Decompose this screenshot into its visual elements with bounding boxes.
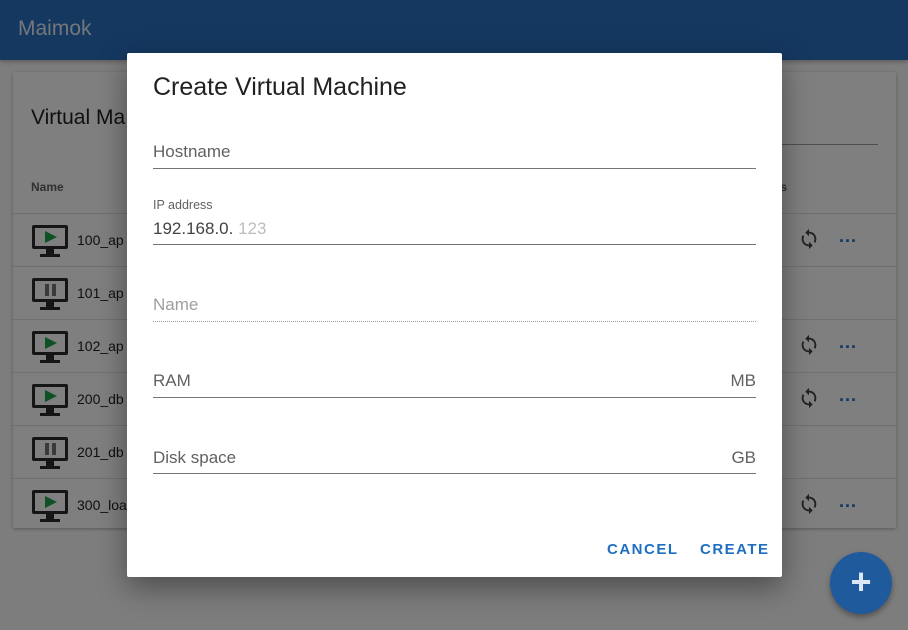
add-vm-button[interactable]: + xyxy=(830,552,892,614)
create-button[interactable]: CREATE xyxy=(700,541,770,558)
ip-underline xyxy=(153,244,756,245)
ip-address-input[interactable]: 192.168.0. 123 xyxy=(153,219,266,239)
ram-underline xyxy=(153,397,756,398)
hostname-field[interactable]: Hostname xyxy=(153,139,756,171)
hostname-label: Hostname xyxy=(153,142,231,161)
cancel-button[interactable]: CANCEL xyxy=(607,541,679,558)
ip-address-label: IP address xyxy=(153,198,213,212)
name-label: Name xyxy=(153,295,199,314)
ip-placeholder: 123 xyxy=(238,219,267,238)
disk-space-unit: GB xyxy=(731,448,756,467)
dialog-title: Create Virtual Machine xyxy=(153,73,407,101)
create-vm-dialog: Create Virtual Machine Hostname IP addre… xyxy=(127,53,782,577)
name-field: Name xyxy=(153,292,756,324)
ram-unit: MB xyxy=(730,371,757,390)
name-underline xyxy=(153,321,756,322)
disk-space-label: Disk space xyxy=(153,448,237,467)
disk-space-underline xyxy=(153,473,756,474)
ip-prefix: 192.168.0. xyxy=(153,219,234,238)
hostname-underline xyxy=(153,168,756,169)
ram-field[interactable]: RAM MB xyxy=(153,368,756,400)
ip-address-field[interactable]: IP address 192.168.0. 123 xyxy=(153,197,756,247)
disk-space-field[interactable]: Disk space GB xyxy=(153,445,756,477)
ram-label: RAM xyxy=(153,371,191,390)
